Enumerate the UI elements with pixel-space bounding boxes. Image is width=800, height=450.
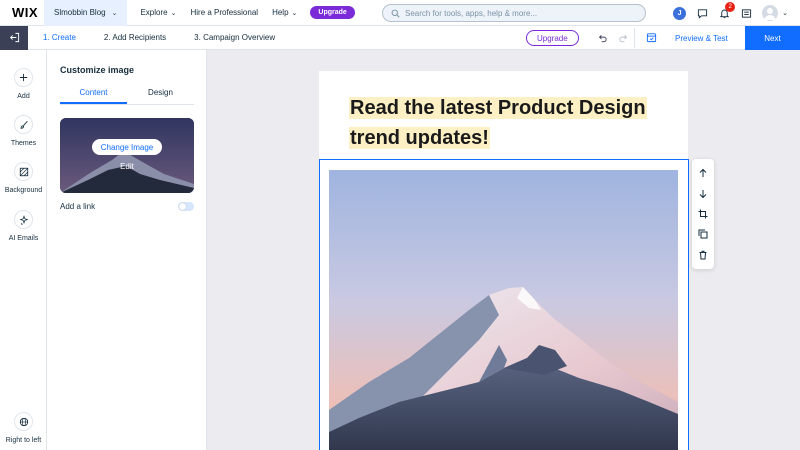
top-bar: WIX Slmobbin Blog ⌄ Explore ⌄ Hire a Pro… bbox=[0, 0, 800, 26]
edit-image-link[interactable]: Edit bbox=[60, 162, 194, 171]
panel-title: Customize image bbox=[60, 65, 135, 75]
image-selection-frame bbox=[319, 159, 689, 450]
chevron-down-icon: ⌄ bbox=[291, 9, 298, 17]
step-create[interactable]: 1. Create bbox=[43, 33, 76, 42]
tab-content[interactable]: Content bbox=[60, 88, 127, 104]
rail-item-ai-emails[interactable]: AI Emails bbox=[0, 210, 47, 242]
background-icon bbox=[14, 162, 33, 181]
move-down-icon[interactable] bbox=[698, 189, 708, 199]
updates-icon[interactable] bbox=[740, 7, 752, 19]
preview-test-button[interactable]: Preview & Test bbox=[665, 30, 738, 46]
sparkle-icon bbox=[14, 210, 33, 229]
notification-badge: 2 bbox=[725, 2, 736, 12]
search-icon bbox=[391, 9, 400, 18]
rail-item-right-to-left[interactable]: Right to left bbox=[0, 412, 47, 444]
search-bar[interactable]: Search for tools, apps, help & more... bbox=[382, 4, 646, 22]
rail-item-label: Themes bbox=[10, 140, 37, 147]
rail-item-themes[interactable]: Themes bbox=[0, 115, 47, 147]
chevron-down-icon[interactable]: ⌄ bbox=[782, 9, 788, 17]
left-rail: Add Themes Background AI Emails Right to… bbox=[0, 50, 47, 450]
email-headline[interactable]: Read the latest Product Design trend upd… bbox=[349, 93, 669, 153]
menu-help[interactable]: Help ⌄ bbox=[267, 8, 302, 17]
chat-icon[interactable] bbox=[696, 7, 708, 19]
account-avatar[interactable]: J bbox=[673, 6, 687, 20]
user-avatar[interactable] bbox=[762, 5, 779, 21]
wix-logo[interactable]: WIX bbox=[0, 5, 44, 20]
exit-icon bbox=[9, 32, 19, 43]
menu-help-label: Help bbox=[272, 8, 289, 17]
image-thumbnail[interactable]: Change Image Edit bbox=[60, 118, 194, 193]
mountain-thumbnail bbox=[60, 118, 194, 193]
notifications-icon[interactable]: 2 bbox=[718, 2, 736, 19]
element-toolbar bbox=[692, 159, 714, 269]
add-link-row: Add a link bbox=[60, 202, 194, 211]
upgrade-outline-button[interactable]: Upgrade bbox=[526, 30, 579, 46]
schedule-icon[interactable] bbox=[646, 32, 657, 43]
panel-tabs: Content Design bbox=[60, 88, 194, 105]
rail-item-label: Right to left bbox=[5, 437, 42, 444]
site-switcher[interactable]: Slmobbin Blog ⌄ bbox=[44, 0, 128, 26]
globe-icon bbox=[14, 412, 33, 431]
rail-item-label: Background bbox=[4, 187, 43, 194]
tab-design[interactable]: Design bbox=[127, 88, 194, 104]
rail-item-add[interactable]: Add bbox=[0, 68, 47, 100]
menu-explore[interactable]: Explore ⌄ bbox=[135, 8, 181, 17]
chevron-down-icon: ⌄ bbox=[170, 9, 177, 17]
campaign-step-bar: 1. Create 2. Add Recipients 3. Campaign … bbox=[0, 25, 800, 50]
chevron-down-icon: ⌄ bbox=[111, 9, 118, 17]
customize-image-panel: Customize image Content Design Change Im… bbox=[47, 50, 207, 450]
exit-button[interactable] bbox=[0, 25, 28, 50]
menu-hire-professional[interactable]: Hire a Professional bbox=[185, 8, 263, 17]
step-list: 1. Create 2. Add Recipients 3. Campaign … bbox=[43, 33, 275, 42]
site-name: Slmobbin Blog bbox=[54, 8, 106, 17]
add-link-label: Add a link bbox=[60, 202, 96, 211]
menu-hire-label: Hire a Professional bbox=[190, 8, 259, 17]
next-button[interactable]: Next bbox=[745, 26, 800, 50]
rail-item-label: AI Emails bbox=[8, 235, 39, 242]
rail-item-background[interactable]: Background bbox=[0, 162, 47, 194]
rail-item-label: Add bbox=[17, 93, 30, 100]
step-add-recipients[interactable]: 2. Add Recipients bbox=[104, 33, 166, 42]
duplicate-icon[interactable] bbox=[698, 229, 708, 239]
plus-icon bbox=[14, 68, 33, 87]
move-up-icon[interactable] bbox=[698, 168, 708, 178]
step-campaign-overview[interactable]: 3. Campaign Overview bbox=[194, 33, 275, 42]
brush-icon bbox=[14, 115, 33, 134]
add-link-toggle[interactable] bbox=[178, 202, 194, 211]
delete-icon[interactable] bbox=[698, 250, 708, 260]
top-menu: Explore ⌄ Hire a Professional Help ⌄ Upg… bbox=[135, 6, 355, 19]
upgrade-button[interactable]: Upgrade bbox=[310, 6, 355, 19]
toolbar-divider bbox=[634, 28, 635, 48]
top-right-tools: J 2 ⌄ bbox=[673, 0, 800, 26]
history-tools bbox=[597, 30, 629, 46]
search-placeholder: Search for tools, apps, help & more... bbox=[405, 8, 538, 18]
redo-icon[interactable] bbox=[618, 33, 629, 44]
menu-explore-label: Explore bbox=[140, 8, 168, 17]
change-image-button[interactable]: Change Image bbox=[92, 139, 162, 155]
crop-icon[interactable] bbox=[698, 209, 708, 219]
email-headline-text: Read the latest Product Design trend upd… bbox=[349, 97, 647, 149]
editor-canvas: Read the latest Product Design trend upd… bbox=[207, 50, 800, 450]
undo-icon[interactable] bbox=[597, 33, 608, 44]
